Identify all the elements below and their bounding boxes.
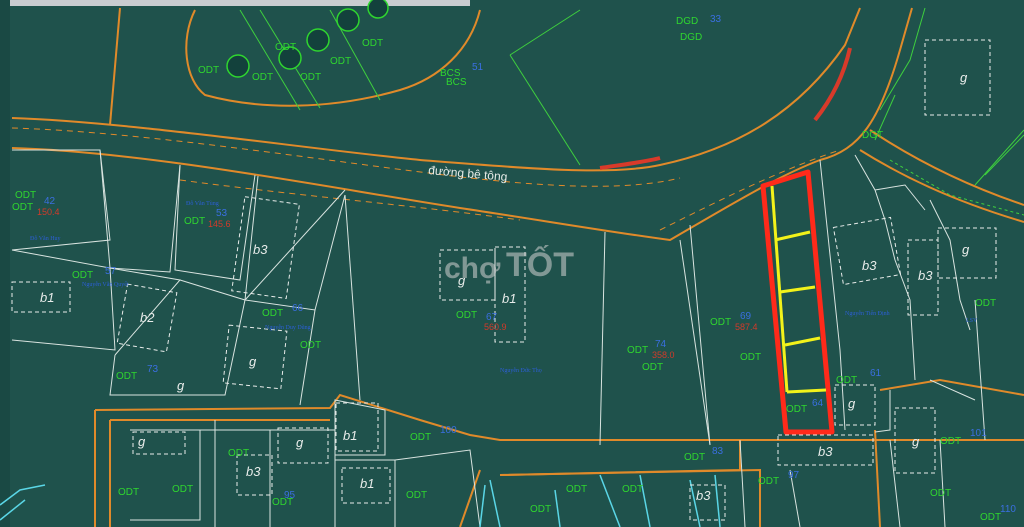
building-b3: b3 — [696, 488, 711, 503]
parcel-use: ODT — [530, 504, 551, 515]
building-b3: b3 — [253, 242, 268, 257]
building-b1: b1 — [502, 291, 516, 306]
building-b1: b1 — [360, 476, 374, 491]
parcel-use: LSV — [966, 318, 978, 324]
parcel-use: DGT — [862, 130, 883, 141]
building-g: g — [962, 242, 970, 257]
parcel-number: 53 — [216, 208, 228, 219]
building-g: g — [960, 70, 968, 85]
parcel-number: 69 — [740, 311, 752, 322]
parcel-use: ODT — [12, 202, 33, 213]
parcel-use: ODT — [262, 308, 283, 319]
parcel-number: 42 — [44, 196, 56, 207]
parcel-use: ODT — [566, 484, 587, 495]
parcel-area: 358.0 — [652, 350, 675, 360]
parcel-use: BCS — [446, 77, 467, 88]
parcel-use: DGD — [680, 32, 702, 43]
building-b1: b1 — [343, 428, 357, 443]
parcel-number: 100 — [440, 425, 457, 436]
building-b3: b3 — [862, 258, 877, 273]
parcel-number: 110 — [1000, 504, 1016, 515]
parcel-owner: Đỗ Văn Tùng — [186, 200, 219, 207]
building-g: g — [296, 435, 304, 450]
toolbar-strip — [0, 0, 470, 6]
parcel-use: ODT — [252, 72, 273, 83]
parcel-number: 61 — [870, 368, 882, 379]
parcel-use: ODT — [456, 310, 477, 321]
parcel-use: ODT — [758, 476, 779, 487]
parcel-owner: Nguyễn Duy Dũng — [265, 324, 311, 331]
parcel-number: 64 — [812, 398, 824, 409]
parcel-use: ODT — [15, 190, 36, 201]
parcel-use: ODT — [228, 448, 249, 459]
parcel-use: ODT — [275, 42, 296, 53]
parcel-use: ODT — [622, 484, 643, 495]
parcel-number: 95 — [284, 490, 296, 501]
building-g: g — [458, 273, 466, 288]
parcel-number: 101 — [970, 428, 987, 439]
parcel-use: ODT — [72, 270, 93, 281]
parcel-use: ODT — [836, 375, 857, 386]
parcel-use: ODT — [627, 345, 648, 356]
parcel-owner: Nguyễn Văn Quyết — [82, 281, 129, 288]
parcel-area: 145.6 — [208, 219, 231, 229]
parcel-area: 587.4 — [735, 322, 758, 332]
parcel-use: ODT — [300, 72, 321, 83]
parcel-use: ODT — [118, 487, 139, 498]
parcel-number: 57 — [105, 266, 117, 277]
parcel-use: ODT — [786, 404, 807, 415]
left-edge — [0, 0, 10, 527]
parcel-use: ODT — [684, 452, 705, 463]
parcel-number: 74 — [655, 339, 667, 350]
parcel-number: 83 — [712, 446, 724, 457]
building-g: g — [177, 378, 185, 393]
parcel-use: ODT — [172, 484, 193, 495]
parcel-use: ODT — [362, 38, 383, 49]
building-b3: b3 — [918, 268, 933, 283]
parcel-area: 560.9 — [484, 322, 507, 332]
parcel-use: ODT — [642, 362, 663, 373]
building-g: g — [912, 434, 920, 449]
parcel-area: 150.4 — [37, 207, 60, 217]
building-g: g — [138, 434, 146, 449]
parcel-owner: Nguyễn Đức Thọ — [500, 367, 542, 374]
building-b3: b3 — [246, 464, 261, 479]
parcel-use: ODT — [740, 352, 761, 363]
parcel-owner: Nguyễn Tiến Định — [845, 310, 890, 317]
building-b2: b2 — [140, 310, 155, 325]
building-b3: b3 — [818, 444, 833, 459]
building-b1: b1 — [40, 290, 54, 305]
parcel-use: ODT — [710, 317, 731, 328]
parcel-use: ODT — [330, 56, 351, 67]
parcel-use: ODT — [184, 216, 205, 227]
parcel-use: ODT — [940, 436, 961, 447]
parcel-use: DGD — [676, 16, 698, 27]
parcel-number: 73 — [147, 364, 159, 375]
parcel-use: ODT — [300, 340, 321, 351]
building-g: g — [848, 396, 856, 411]
building-g: g — [249, 354, 257, 369]
parcel-owner: Đỗ Văn Huy — [30, 235, 61, 242]
parcel-use: ODT — [198, 65, 219, 76]
parcel-use: ODT — [975, 298, 996, 309]
watermark-part2: TỐT — [506, 245, 574, 284]
parcel-use: ODT — [980, 512, 1001, 523]
parcel-use: ODT — [116, 371, 137, 382]
parcel-number: 97 — [788, 470, 800, 481]
parcel-number: 51 — [472, 62, 484, 73]
parcel-use: ODT — [410, 432, 431, 443]
parcel-use: ODT — [406, 490, 427, 501]
parcel-use: ODT — [930, 488, 951, 499]
parcel-number: 66 — [292, 303, 304, 314]
cadastral-map[interactable]: đường bê tông chợ TỐT b3 b1 b2 g b1 g g … — [0, 0, 1024, 527]
watermark-part1: chợ — [444, 252, 501, 285]
parcel-number: 33 — [710, 14, 722, 25]
